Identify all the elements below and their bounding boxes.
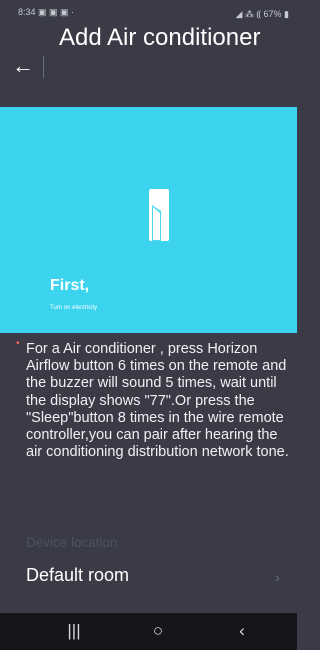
room-selector[interactable]: Default room › <box>0 558 297 596</box>
status-left: 8:34 ▣ ▣ ▣ · <box>18 7 74 18</box>
hero-title: First, <box>50 277 90 294</box>
notification-icons: ▣ ▣ ▣ · <box>38 7 75 17</box>
room-value: Default room <box>26 565 130 585</box>
status-right: ◢ ⁂ ⸨ 67% ▮ <box>235 9 289 19</box>
air-conditioner-icon <box>149 189 169 241</box>
system-nav-bar: ||| ○ ‹ <box>0 613 297 650</box>
home-icon[interactable]: ○ <box>138 619 178 643</box>
recents-icon[interactable]: ||| <box>54 619 94 643</box>
back-nav-icon[interactable]: ‹ <box>222 619 262 643</box>
hero-banner: First, Turn on electricity <box>0 107 297 333</box>
header: ← Add Air conditioner <box>0 22 297 106</box>
arrow-left-icon[interactable]: ← <box>12 55 36 79</box>
required-marker: • <box>16 338 20 349</box>
hero-subtitle: Turn on electricity <box>50 305 98 311</box>
status-time: 8:34 <box>18 7 36 17</box>
device-location-label: Device location <box>26 535 118 550</box>
pairing-instructions: For a Air conditioner , press Horizon Ai… <box>26 341 289 461</box>
header-divider <box>43 56 44 78</box>
chevron-right-icon: › <box>275 569 280 585</box>
status-bar: 8:34 ▣ ▣ ▣ · ◢ ⁂ ⸨ 67% ▮ <box>0 0 297 22</box>
page-title: Add Air conditioner <box>59 24 261 51</box>
